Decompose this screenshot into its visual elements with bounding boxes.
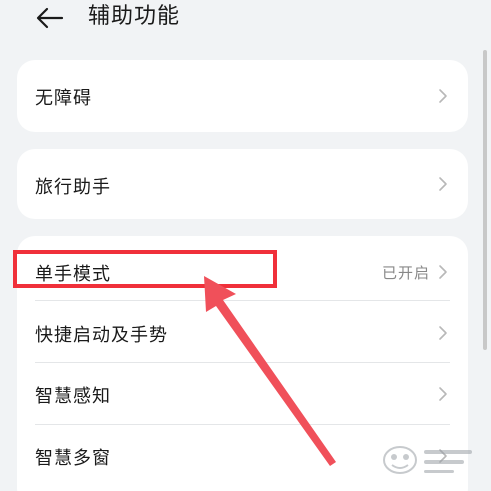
settings-card: 无障碍 bbox=[17, 60, 468, 132]
chevron-right-icon bbox=[439, 326, 447, 340]
settings-card: 旅行助手 bbox=[17, 149, 468, 219]
status-text: 已开启 bbox=[381, 264, 430, 282]
settings-item-label: 智慧多窗 bbox=[35, 448, 111, 469]
chevron-right-icon bbox=[439, 387, 447, 401]
settings-item-label: 快捷启动及手势 bbox=[35, 325, 168, 346]
settings-item-accessibility[interactable]: 无障碍 bbox=[17, 60, 468, 132]
chevron-right-icon bbox=[439, 89, 447, 103]
settings-item-travel-assistant[interactable]: 旅行助手 bbox=[17, 149, 468, 219]
settings-item-label: 智慧感知 bbox=[35, 386, 111, 407]
annotation-arrow bbox=[204, 276, 336, 466]
chevron-right-icon bbox=[439, 265, 447, 279]
header: 辅助功能 bbox=[0, 0, 491, 44]
settings-item-label: 旅行助手 bbox=[35, 177, 111, 198]
scrollbar[interactable] bbox=[483, 50, 487, 350]
chevron-right-icon bbox=[439, 177, 447, 191]
page-title: 辅助功能 bbox=[88, 4, 181, 29]
watermark-logo bbox=[383, 446, 472, 474]
settings-item-label: 无障碍 bbox=[35, 88, 92, 109]
back-arrow-icon bbox=[36, 7, 64, 29]
back-button[interactable] bbox=[34, 4, 66, 32]
accessibility-settings-screen: 辅助功能 无障碍 旅行助手 单手模式 已开启 快捷启动及手势 智慧感知 智慧多窗 bbox=[0, 0, 491, 491]
